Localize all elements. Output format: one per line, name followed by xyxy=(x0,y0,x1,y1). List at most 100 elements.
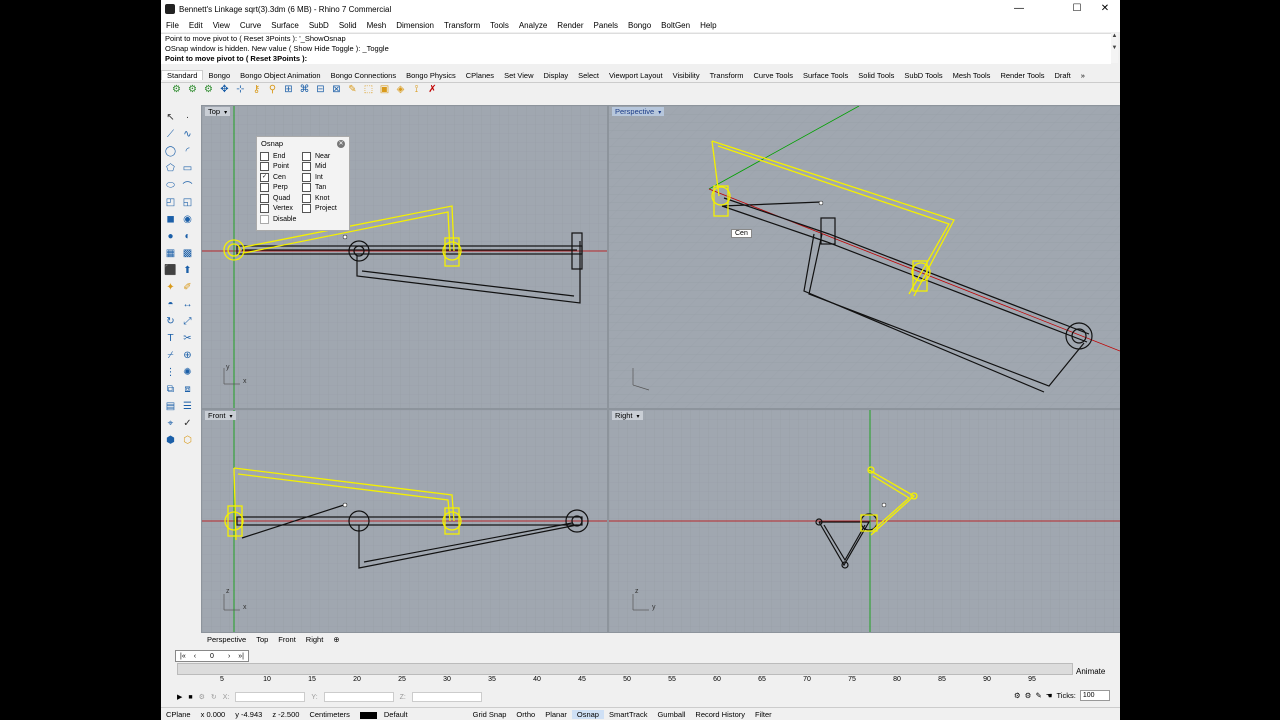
osnap-option[interactable]: Perp xyxy=(260,183,302,194)
viewport-title-perspective[interactable]: Perspective ▾ xyxy=(612,107,665,116)
menu-render[interactable]: Render xyxy=(552,21,588,30)
bongo-gear-icon[interactable]: ⚙ xyxy=(1014,691,1021,700)
osnap-disable[interactable]: Disable xyxy=(257,214,349,225)
mesh-icon[interactable]: ▦ xyxy=(163,246,178,261)
tab-set-view[interactable]: Set View xyxy=(499,71,538,80)
checkbox[interactable] xyxy=(260,193,269,203)
material-icon[interactable]: ⬢ xyxy=(163,433,178,448)
frame-input[interactable]: |« ‹ 0 › »| xyxy=(175,650,249,662)
box-solid-icon[interactable]: ◼ xyxy=(163,212,178,227)
toggle-planar[interactable]: Planar xyxy=(540,710,572,719)
tab-viewport-layout[interactable]: Viewport Layout xyxy=(604,71,668,80)
cylinder-icon[interactable]: ◉ xyxy=(180,212,195,227)
menu-transform[interactable]: Transform xyxy=(439,21,485,30)
next-frame-icon[interactable]: › xyxy=(224,653,234,660)
scale-icon[interactable]: ⤢ xyxy=(180,314,195,329)
menu-tools[interactable]: Tools xyxy=(485,21,514,30)
split-icon[interactable]: ⌿ xyxy=(163,348,178,363)
layer-icon[interactable]: ☰ xyxy=(180,399,195,414)
menu-boltgen[interactable]: BoltGen xyxy=(656,21,695,30)
toggle-ortho[interactable]: Ortho xyxy=(511,710,540,719)
cube-icon[interactable]: ⬛ xyxy=(163,263,178,278)
viewport-front[interactable]: Front ▾ x z xyxy=(201,409,608,633)
ungroup-icon[interactable]: ⧈ xyxy=(180,382,195,397)
tab-bongo-object-animation[interactable]: Bongo Object Animation xyxy=(235,71,325,80)
point-icon[interactable]: · xyxy=(180,110,195,125)
toggle-record-history[interactable]: Record History xyxy=(690,710,750,719)
move-pivot-icon[interactable]: ⊹ xyxy=(233,82,248,97)
array-icon[interactable]: ⋮ xyxy=(163,365,178,380)
add-joint-icon[interactable]: ⚙ xyxy=(169,82,184,97)
tab-bongo[interactable]: Bongo xyxy=(203,71,235,80)
group-icon[interactable]: ⧉ xyxy=(163,382,178,397)
toggle-gumball[interactable]: Gumball xyxy=(652,710,690,719)
menu-help[interactable]: Help xyxy=(695,21,721,30)
osnap-option[interactable]: Point xyxy=(260,162,302,173)
checkbox[interactable] xyxy=(302,151,311,161)
osnap-option[interactable]: Knot xyxy=(302,193,344,204)
units-label[interactable]: Centimeters xyxy=(304,710,354,719)
last-frame-icon[interactable]: »| xyxy=(234,653,248,660)
boolean-icon[interactable]: ◐ xyxy=(180,229,195,244)
extrude-icon[interactable]: ⬆ xyxy=(180,263,195,278)
render-icon[interactable]: ◓ xyxy=(163,297,178,312)
tab-transform[interactable]: Transform xyxy=(705,71,749,80)
osnap-option[interactable]: Int xyxy=(302,172,344,183)
first-frame-icon[interactable]: |« xyxy=(176,653,190,660)
command-history[interactable]: Point to move pivot to ( Reset 3Points )… xyxy=(161,33,1111,64)
bongo-hand-icon[interactable]: ☚ xyxy=(1046,691,1053,700)
tab-right[interactable]: Right xyxy=(301,635,329,644)
menu-file[interactable]: File xyxy=(161,21,184,30)
checkbox[interactable] xyxy=(302,172,311,182)
menu-panels[interactable]: Panels xyxy=(589,21,623,30)
analyze-icon[interactable]: ⌖ xyxy=(163,416,178,431)
tab-surface-tools[interactable]: Surface Tools xyxy=(798,71,853,80)
hinge-icon[interactable]: ⚙ xyxy=(201,82,216,97)
tab-render-tools[interactable]: Render Tools xyxy=(995,71,1049,80)
fillet-icon[interactable]: ⌒ xyxy=(180,178,195,193)
checkbox[interactable] xyxy=(302,183,311,193)
frame-value[interactable]: 0 xyxy=(200,653,224,660)
x-field[interactable] xyxy=(235,692,306,702)
checkbox[interactable] xyxy=(260,214,269,224)
trim-icon[interactable]: ✂ xyxy=(180,331,195,346)
bongo-gear-icon[interactable]: ⚙ xyxy=(1025,691,1032,700)
mesh-box-icon[interactable]: ▩ xyxy=(180,246,195,261)
osnap-option[interactable]: Project xyxy=(302,204,344,215)
tab-standard[interactable]: Standard xyxy=(161,70,204,80)
tab-solid-tools[interactable]: Solid Tools xyxy=(853,71,899,80)
timeline-track[interactable] xyxy=(177,663,1073,675)
tab-visibility[interactable]: Visibility xyxy=(668,71,705,80)
circle-icon[interactable]: ◯ xyxy=(163,144,178,159)
osnap-option[interactable]: Vertex xyxy=(260,204,302,215)
tab-curve-tools[interactable]: Curve Tools xyxy=(749,71,798,80)
delete-joint-icon[interactable]: ✗ xyxy=(425,82,440,97)
polygon-icon[interactable]: ⬠ xyxy=(163,161,178,176)
joint-icon[interactable]: ◈ xyxy=(393,82,408,97)
select-arrow-icon[interactable]: ↖ xyxy=(163,110,178,125)
join-icon[interactable]: ⊕ xyxy=(180,348,195,363)
checkbox[interactable] xyxy=(260,162,269,172)
menu-curve[interactable]: Curve xyxy=(235,21,266,30)
toggle-smarttrack[interactable]: SmartTrack xyxy=(604,710,652,719)
checkbox[interactable] xyxy=(260,151,269,161)
sphere-icon[interactable]: ● xyxy=(163,229,178,244)
menu-dimension[interactable]: Dimension xyxy=(391,21,439,30)
menu-analyze[interactable]: Analyze xyxy=(514,21,552,30)
checkbox[interactable] xyxy=(260,204,269,214)
close-button[interactable]: ✕ xyxy=(1091,0,1119,18)
tab-bongo-physics[interactable]: Bongo Physics xyxy=(401,71,461,80)
animate-button[interactable]: Animate xyxy=(1076,667,1105,676)
arc-icon[interactable]: ◜ xyxy=(180,144,195,159)
osnap-option[interactable]: Tan xyxy=(302,183,344,194)
viewport-perspective[interactable]: Perspective ▾ Cen xyxy=(608,105,1120,409)
stop-icon[interactable]: ■ xyxy=(188,694,192,701)
tab-front[interactable]: Front xyxy=(273,635,301,644)
tree-icon[interactable]: ⊟ xyxy=(313,82,328,97)
box-icon[interactable]: ▣ xyxy=(377,82,392,97)
command-prompt[interactable]: Point to move pivot to ( Reset 3Points )… xyxy=(161,54,1111,64)
search-icon[interactable]: ⚲ xyxy=(265,82,280,97)
menu-view[interactable]: View xyxy=(208,21,235,30)
close-icon[interactable]: ✕ xyxy=(337,140,345,148)
rotate-icon[interactable]: ↻ xyxy=(163,314,178,329)
